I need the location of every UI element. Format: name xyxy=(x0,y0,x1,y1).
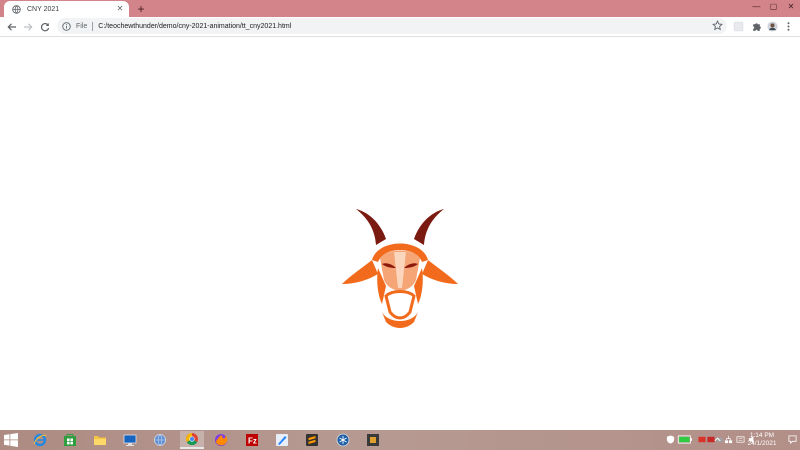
minimize-button[interactable]: — xyxy=(748,0,765,12)
store-icon xyxy=(64,434,76,446)
chevron-up-icon[interactable] xyxy=(713,435,722,444)
taskbar-box-app[interactable] xyxy=(364,431,382,449)
tab-close-icon[interactable]: ✕ xyxy=(115,4,125,14)
menu-kebab-icon[interactable] xyxy=(783,21,794,32)
arrow-left-icon xyxy=(6,22,16,31)
address-divider xyxy=(92,21,94,31)
taskbar-git-client[interactable] xyxy=(273,431,291,449)
maximize-button[interactable]: ▢ xyxy=(765,0,782,12)
monitor-icon xyxy=(123,434,137,446)
globe-icon xyxy=(11,4,21,14)
reload-icon xyxy=(40,22,49,31)
new-tab-button[interactable]: + xyxy=(134,2,148,16)
network-globe-icon xyxy=(154,434,166,446)
address-bar[interactable]: File C:/teochewthunder/demo/cny-2021-ani… xyxy=(57,18,727,34)
left-horn xyxy=(356,209,386,245)
window-controls: — ▢ ✕ xyxy=(748,0,800,17)
windows-start-icon[interactable] xyxy=(4,433,18,447)
extension-placeholder-icon[interactable] xyxy=(733,21,744,32)
taskbar-store[interactable] xyxy=(61,431,79,449)
svg-text:Fz: Fz xyxy=(248,437,257,446)
notification-icon[interactable] xyxy=(788,435,797,444)
url-text[interactable]: C:/teochewthunder/demo/cny-2021-animatio… xyxy=(98,23,291,30)
taskbar-chrome[interactable] xyxy=(180,431,204,449)
blue-circle-app-icon xyxy=(336,433,350,447)
goat-head-illustration xyxy=(342,209,458,328)
taskbar-internet-explorer[interactable] xyxy=(31,431,49,449)
close-window-button[interactable]: ✕ xyxy=(782,0,800,12)
back-button[interactable] xyxy=(5,20,18,33)
taskbar-blue-app[interactable] xyxy=(334,431,352,449)
box-app-icon xyxy=(367,434,379,446)
taskbar-filezilla[interactable]: Fz xyxy=(243,431,261,449)
taskbar-remote-desktop[interactable] xyxy=(121,431,139,449)
browser-window: CNY 2021 ✕ + — ▢ ✕ File C:/teochewthunde… xyxy=(0,0,800,450)
forward-button[interactable] xyxy=(21,20,34,33)
browser-toolbar: File C:/teochewthunder/demo/cny-2021-ani… xyxy=(0,17,800,37)
filezilla-icon: Fz xyxy=(246,434,258,446)
page-content xyxy=(0,37,800,430)
security-shield-icon[interactable] xyxy=(666,435,675,444)
system-clock[interactable]: 1:14 PM 24/1/2021 xyxy=(742,432,782,448)
windows-taskbar: Fz 1:14 PM 24/1/2021 xyxy=(0,430,800,450)
browser-tab[interactable]: CNY 2021 ✕ xyxy=(4,1,129,17)
taskbar-network[interactable] xyxy=(151,431,169,449)
network-icon[interactable] xyxy=(724,435,733,444)
firefox-icon xyxy=(215,434,228,446)
taskbar-sublime-text[interactable] xyxy=(303,431,321,449)
arrow-right-icon xyxy=(23,22,33,31)
reload-button[interactable] xyxy=(38,20,51,33)
sublime-text-icon xyxy=(306,434,318,446)
bookmark-star-icon[interactable] xyxy=(712,20,723,31)
taskbar-firefox[interactable] xyxy=(212,431,230,449)
battery-icon[interactable] xyxy=(677,435,693,444)
git-client-icon xyxy=(276,434,288,446)
right-horn xyxy=(414,209,444,245)
internet-explorer-icon xyxy=(33,433,47,447)
info-icon[interactable] xyxy=(62,21,71,31)
folder-icon xyxy=(94,436,106,445)
taskbar-file-explorer[interactable] xyxy=(91,431,109,449)
right-ear xyxy=(422,260,458,284)
extensions-puzzle-icon[interactable] xyxy=(751,21,762,32)
title-bar: CNY 2021 ✕ + — ▢ ✕ xyxy=(0,0,800,17)
clock-time: 1:14 PM xyxy=(749,432,775,439)
clock-date: 24/1/2021 xyxy=(747,440,777,447)
left-ear xyxy=(342,260,378,284)
url-scheme-label: File xyxy=(76,22,88,30)
tab-title: CNY 2021 xyxy=(27,5,60,13)
profile-avatar-icon[interactable] xyxy=(767,21,778,32)
snout xyxy=(384,290,416,320)
chrome-icon xyxy=(185,433,198,446)
